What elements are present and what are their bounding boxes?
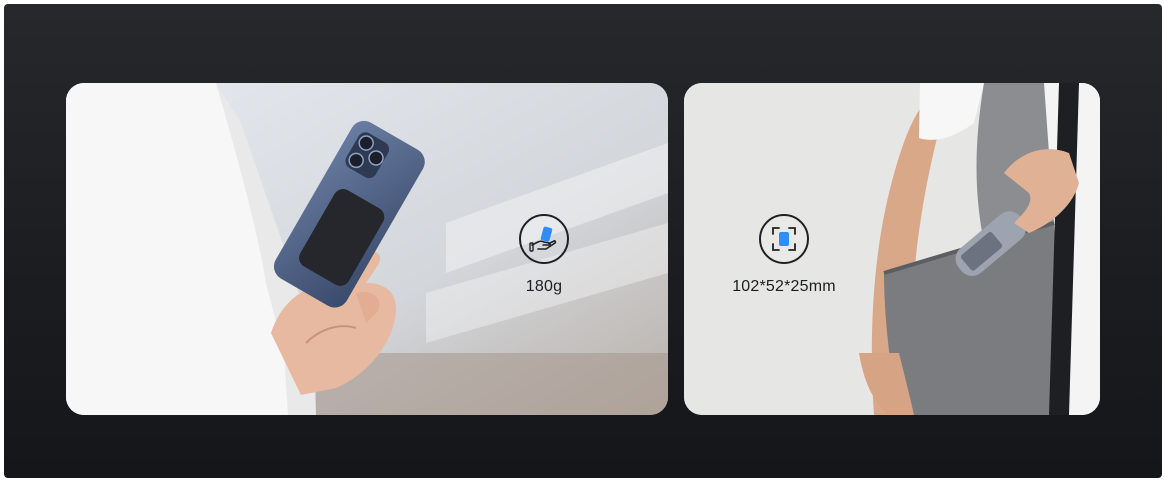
- size-card: 102*52*25mm: [684, 83, 1100, 415]
- weight-label: 180g: [525, 278, 563, 295]
- size-feature: 102*52*25mm: [724, 214, 844, 296]
- weight-card: 180g: [66, 83, 668, 415]
- hand-holding-device-icon: [519, 214, 569, 264]
- dimension-frame-icon: [759, 214, 809, 264]
- size-label: 102*52*25mm: [732, 278, 836, 295]
- weight-feature: 180g: [494, 214, 594, 296]
- product-feature-banner: 180g 102*52*25mm: [4, 4, 1162, 478]
